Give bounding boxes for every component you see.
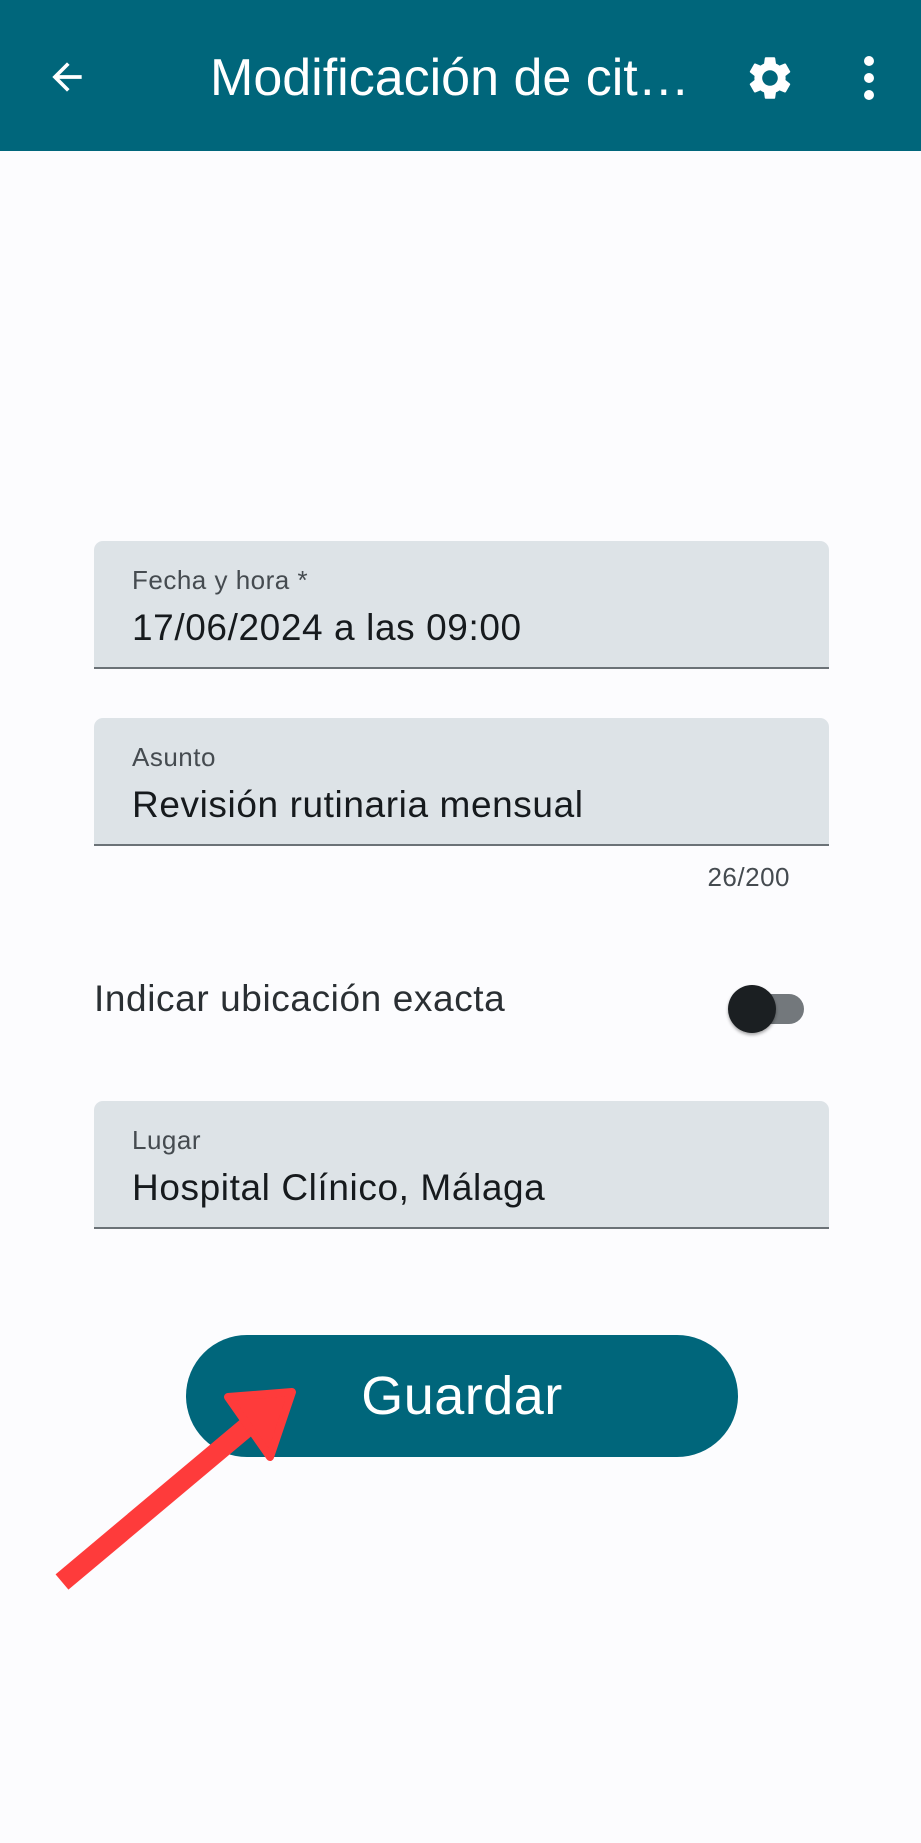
screen: Modificación de cita… Fecha y hora * 17/… (0, 0, 921, 1843)
datetime-field[interactable]: Fecha y hora * 17/06/2024 a las 09:00 (94, 541, 829, 669)
app-bar: Modificación de cita… (0, 0, 921, 151)
page-title: Modificación de cita… (210, 49, 715, 107)
place-value: Hospital Clínico, Málaga (132, 1167, 546, 1208)
arrow-back-icon (52, 62, 82, 92)
exact-location-switch[interactable] (728, 980, 804, 1033)
annotation-arrow (55, 1388, 296, 1590)
gear-icon (749, 57, 791, 99)
back-button[interactable] (40, 50, 94, 104)
switch-thumb (728, 985, 776, 1033)
subject-field[interactable]: Asunto Revisión rutinaria mensual (94, 718, 829, 846)
save-button[interactable]: Guardar (186, 1335, 738, 1457)
subject-value: Revisión rutinaria mensual (132, 784, 584, 825)
datetime-label: Fecha y hora * (132, 565, 309, 595)
more-options-button[interactable] (852, 52, 886, 104)
exact-location-label: Indicar ubicación exacta (94, 978, 506, 1019)
place-label: Lugar (132, 1125, 201, 1155)
more-vert-icon (864, 56, 874, 100)
place-field[interactable]: Lugar Hospital Clínico, Málaga (94, 1101, 829, 1229)
settings-button[interactable] (744, 52, 796, 104)
subject-label: Asunto (132, 742, 216, 772)
datetime-value: 17/06/2024 a las 09:00 (132, 607, 522, 648)
subject-char-counter: 26/200 (707, 862, 790, 892)
